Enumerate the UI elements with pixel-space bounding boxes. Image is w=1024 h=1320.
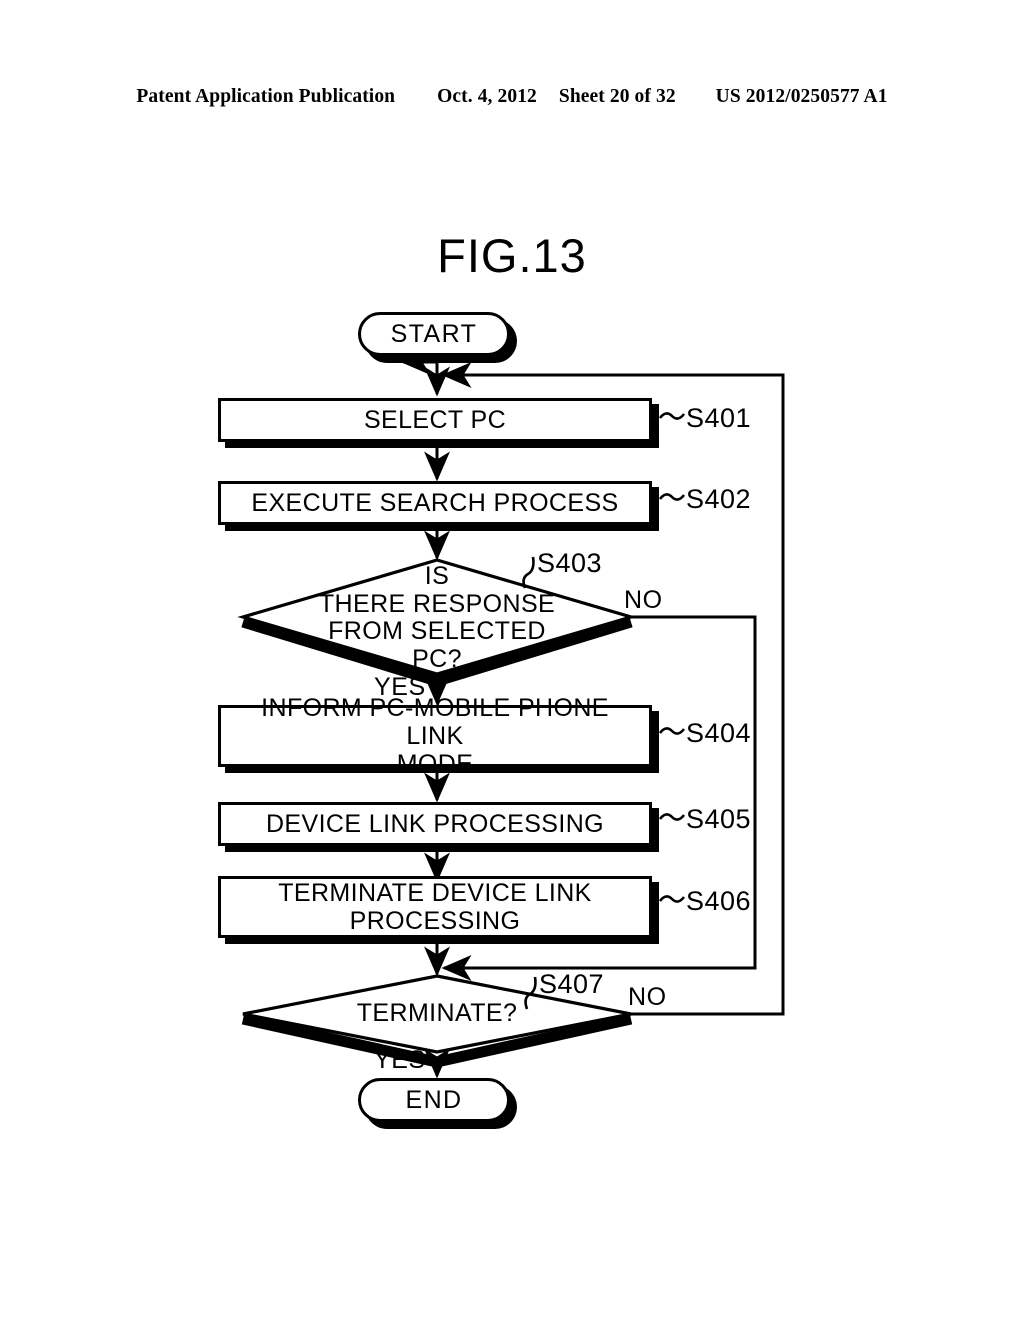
step-ref-s402-text: S402 <box>686 484 752 514</box>
flow-node-s407[interactable]: TERMINATE? <box>243 996 631 1032</box>
flow-node-s402[interactable]: EXECUTE SEARCH PROCESS <box>218 481 652 525</box>
step-ref-s404-text: S404 <box>686 718 752 748</box>
branch-label-s407-yes: YES <box>374 1046 426 1075</box>
leader-s404 <box>658 727 686 735</box>
branch-label-s403-no: NO <box>624 586 663 615</box>
flow-node-s403-label: IS THERE RESPONSE FROM SELECTED PC? <box>318 562 556 673</box>
flow-node-s405-label: DEVICE LINK PROCESSING <box>265 810 605 838</box>
patent-number: US 2012/0250577 A1 <box>715 86 888 107</box>
branch-label-s407-yes-text: YES <box>374 1046 426 1074</box>
step-ref-s406-text: S406 <box>686 886 752 916</box>
step-ref-s406: S406 <box>686 886 751 917</box>
step-ref-s403-text: S403 <box>537 548 603 578</box>
publication-date: Oct. 4, 2012 <box>437 86 537 107</box>
sheet-number: Sheet 20 of 32 <box>558 86 676 107</box>
page-header: Patent Application Publication Oct. 4, 2… <box>0 86 1024 108</box>
flow-node-s405[interactable]: DEVICE LINK PROCESSING <box>218 802 652 846</box>
step-ref-s405: S405 <box>686 804 751 835</box>
step-ref-s401-text: S401 <box>686 403 752 433</box>
flow-node-s404-label: INFORM PC-MOBILE PHONE LINK MODE <box>261 694 609 778</box>
flow-node-s401-label: SELECT PC <box>363 406 507 434</box>
leader-s401 <box>658 412 686 420</box>
flow-node-s401[interactable]: SELECT PC <box>218 398 652 442</box>
branch-label-s407-no: NO <box>628 983 667 1012</box>
leader-s405 <box>658 813 686 821</box>
step-ref-s407: S407 <box>539 969 604 1000</box>
flow-node-end-label: END <box>405 1086 463 1114</box>
flow-node-start-label: START <box>390 320 478 348</box>
step-ref-s402: S402 <box>686 484 751 515</box>
flow-node-start[interactable]: START <box>358 312 510 356</box>
flow-node-s406[interactable]: TERMINATE DEVICE LINK PROCESSING <box>218 876 652 938</box>
flow-node-s402-label: EXECUTE SEARCH PROCESS <box>251 489 619 517</box>
leader-s402 <box>658 493 686 501</box>
step-ref-s401: S401 <box>686 403 751 434</box>
leader-s406 <box>658 895 686 903</box>
flow-node-s407-label: TERMINATE? <box>356 999 518 1028</box>
step-ref-s404: S404 <box>686 718 751 749</box>
step-ref-s407-text: S407 <box>539 969 605 999</box>
step-ref-s405-text: S405 <box>686 804 752 834</box>
flow-node-end[interactable]: END <box>358 1078 510 1122</box>
branch-label-s407-no-text: NO <box>628 983 667 1011</box>
figure-title: FIG.13 <box>437 229 587 282</box>
publication-label: Patent Application Publication <box>136 86 396 107</box>
branch-label-s403-no-text: NO <box>624 586 663 614</box>
step-ref-s403: S403 <box>537 548 602 579</box>
flow-node-s404[interactable]: INFORM PC-MOBILE PHONE LINK MODE <box>218 694 652 778</box>
flow-node-s406-label: TERMINATE DEVICE LINK PROCESSING <box>278 879 592 935</box>
